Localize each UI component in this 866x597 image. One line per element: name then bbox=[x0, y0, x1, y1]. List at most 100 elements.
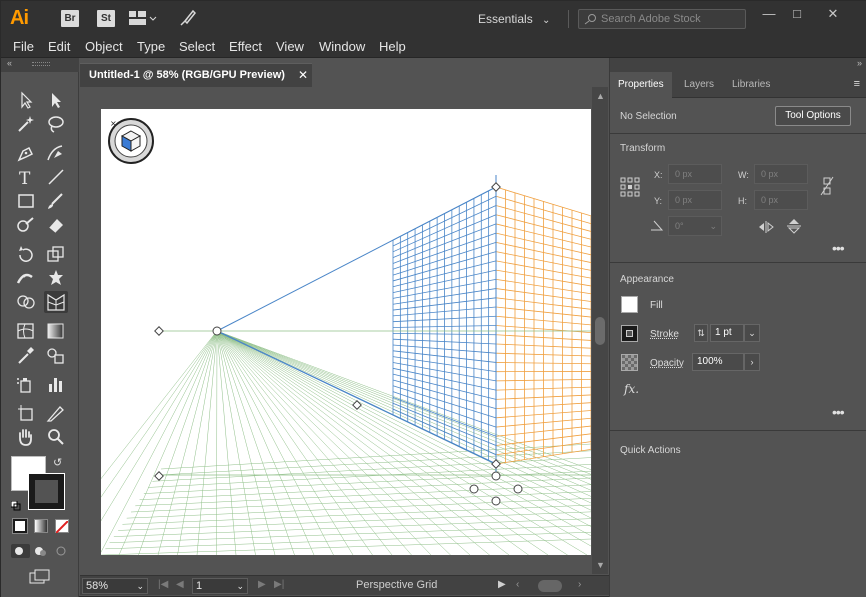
panel-menu-icon[interactable]: ≡ bbox=[854, 78, 860, 90]
zoom-tool-icon[interactable] bbox=[44, 426, 68, 448]
more-options-icon[interactable]: ••• bbox=[832, 240, 845, 256]
tab-libraries[interactable]: Libraries bbox=[724, 72, 778, 98]
maximize-icon[interactable]: □ bbox=[785, 7, 809, 21]
column-graph-tool-icon[interactable] bbox=[44, 373, 68, 395]
last-artboard-icon[interactable]: ▶| bbox=[274, 579, 284, 590]
horizontal-scroll-thumb[interactable] bbox=[538, 580, 562, 592]
menu-type[interactable]: Type bbox=[137, 39, 165, 55]
direct-selection-tool-icon[interactable] bbox=[44, 89, 68, 111]
vertical-scroll-thumb[interactable] bbox=[595, 317, 605, 345]
w-field[interactable]: 0 px bbox=[754, 164, 808, 184]
scale-tool-icon[interactable] bbox=[44, 243, 68, 265]
rotate-field[interactable]: 0° ⌄ bbox=[668, 216, 722, 236]
flip-horizontal-icon[interactable] bbox=[758, 220, 774, 238]
workspace-switcher[interactable]: Essentials ⌄ bbox=[478, 9, 550, 29]
magic-wand-tool-icon[interactable] bbox=[14, 113, 38, 135]
minimize-icon[interactable]: — bbox=[757, 7, 781, 21]
next-artboard-icon[interactable]: ▶ bbox=[258, 579, 266, 590]
origin-handle[interactable] bbox=[491, 471, 501, 481]
collapse-panels-icon[interactable]: » bbox=[857, 58, 862, 68]
close-icon[interactable]: ✕ bbox=[821, 7, 845, 21]
eyedropper-tool-icon[interactable] bbox=[14, 344, 38, 366]
first-artboard-icon[interactable]: |◀ bbox=[158, 579, 168, 590]
vertical-grid-extent-handle[interactable] bbox=[491, 182, 501, 192]
perspective-grid-tool-icon[interactable] bbox=[44, 291, 68, 313]
eraser-tool-icon[interactable] bbox=[44, 214, 68, 236]
tab-properties[interactable]: Properties bbox=[610, 72, 672, 98]
tab-layers[interactable]: Layers bbox=[676, 72, 722, 98]
previous-artboard-icon[interactable]: ◀ bbox=[176, 579, 184, 590]
fill-color-swatch[interactable] bbox=[621, 296, 638, 313]
stroke-weight-stepper[interactable]: ⇅ bbox=[694, 324, 708, 342]
h-field[interactable]: 0 px bbox=[754, 190, 808, 210]
fx-icon[interactable]: fx. bbox=[624, 382, 639, 396]
scroll-left-icon[interactable]: ‹ bbox=[516, 579, 519, 590]
horizontal-grid-plane-control[interactable] bbox=[491, 496, 501, 506]
rectangle-tool-icon[interactable] bbox=[14, 190, 38, 212]
gradient-mode-icon[interactable] bbox=[34, 519, 48, 533]
left-grid-extent-handle[interactable] bbox=[352, 400, 362, 410]
scroll-down-icon[interactable]: ▼ bbox=[596, 560, 605, 570]
swap-fill-stroke-icon[interactable]: ↺ bbox=[53, 456, 62, 469]
grid-cell-size-handle[interactable] bbox=[491, 459, 501, 469]
shape-builder-tool-icon[interactable] bbox=[14, 291, 38, 313]
x-field[interactable]: 0 px bbox=[668, 164, 722, 184]
vertical-scrollbar[interactable]: ▲ ▼ bbox=[592, 87, 608, 574]
draw-normal-icon[interactable] bbox=[11, 544, 30, 558]
width-tool-icon[interactable] bbox=[14, 267, 38, 289]
stroke-swatch[interactable] bbox=[28, 473, 65, 510]
type-tool-icon[interactable]: T bbox=[14, 166, 38, 189]
screen-mode-icon[interactable] bbox=[28, 568, 52, 586]
left-grid-plane-control[interactable] bbox=[469, 484, 479, 494]
flip-vertical-icon[interactable] bbox=[786, 218, 802, 239]
zoom-level-field[interactable]: 58% ⌄ bbox=[82, 578, 148, 594]
document-tab[interactable]: Untitled-1 @ 58% (RGB/GPU Preview) ✕ bbox=[80, 63, 312, 87]
menu-view[interactable]: View bbox=[276, 39, 304, 55]
color-mode-icon[interactable] bbox=[12, 518, 28, 534]
ground-level-handle[interactable] bbox=[154, 471, 164, 481]
draw-behind-icon[interactable] bbox=[32, 544, 49, 558]
draw-inside-icon[interactable] bbox=[53, 544, 70, 558]
artboard-number-field[interactable]: 1 ⌄ bbox=[192, 578, 248, 594]
stock-button[interactable]: St bbox=[97, 10, 115, 27]
mesh-tool-icon[interactable] bbox=[14, 320, 38, 342]
menu-help[interactable]: Help bbox=[379, 39, 406, 55]
opacity-dropdown[interactable]: › bbox=[744, 353, 760, 371]
selection-tool-icon[interactable] bbox=[14, 89, 38, 111]
horizon-level-handle[interactable] bbox=[154, 326, 164, 336]
tool-options-button[interactable]: Tool Options bbox=[775, 106, 851, 126]
reference-point-icon[interactable] bbox=[620, 177, 640, 202]
rocket-icon[interactable] bbox=[179, 9, 197, 32]
paintbrush-tool-icon[interactable] bbox=[44, 190, 68, 212]
slice-tool-icon[interactable] bbox=[44, 402, 68, 424]
hand-tool-icon[interactable] bbox=[14, 426, 38, 448]
status-tool-label[interactable]: Perspective Grid bbox=[356, 579, 437, 591]
shaper-tool-icon[interactable] bbox=[14, 214, 38, 236]
curvature-tool-icon[interactable] bbox=[44, 142, 68, 164]
collapse-icon[interactable]: « bbox=[7, 58, 12, 68]
bridge-button[interactable]: Br bbox=[61, 10, 79, 27]
close-icon[interactable]: ✕ bbox=[298, 68, 308, 82]
panel-header[interactable]: » bbox=[610, 58, 866, 72]
puppet-warp-tool-icon[interactable] bbox=[44, 267, 68, 289]
menu-file[interactable]: File bbox=[13, 39, 34, 55]
y-field[interactable]: 0 px bbox=[668, 190, 722, 210]
perspective-widget-icon[interactable]: × bbox=[107, 117, 155, 170]
opacity-field[interactable]: 100% bbox=[692, 353, 744, 371]
scroll-right-icon[interactable]: › bbox=[578, 579, 581, 590]
grip-icon[interactable] bbox=[32, 62, 50, 66]
none-mode-icon[interactable] bbox=[55, 519, 69, 534]
tools-panel-header[interactable]: « bbox=[1, 58, 79, 72]
blend-tool-icon[interactable] bbox=[44, 344, 68, 366]
scroll-up-icon[interactable]: ▲ bbox=[596, 91, 605, 101]
default-fill-stroke-icon[interactable] bbox=[10, 498, 21, 511]
artboard[interactable] bbox=[101, 109, 591, 555]
line-segment-tool-icon[interactable] bbox=[44, 166, 68, 188]
more-options-icon[interactable]: ••• bbox=[832, 404, 845, 420]
opacity-label[interactable]: Opacity bbox=[650, 358, 684, 369]
menu-select[interactable]: Select bbox=[179, 39, 215, 55]
right-grid-plane-control[interactable] bbox=[513, 484, 523, 494]
stroke-color-swatch[interactable] bbox=[621, 325, 638, 342]
perspective-grid[interactable] bbox=[101, 109, 591, 555]
gradient-tool-icon[interactable] bbox=[44, 320, 68, 342]
